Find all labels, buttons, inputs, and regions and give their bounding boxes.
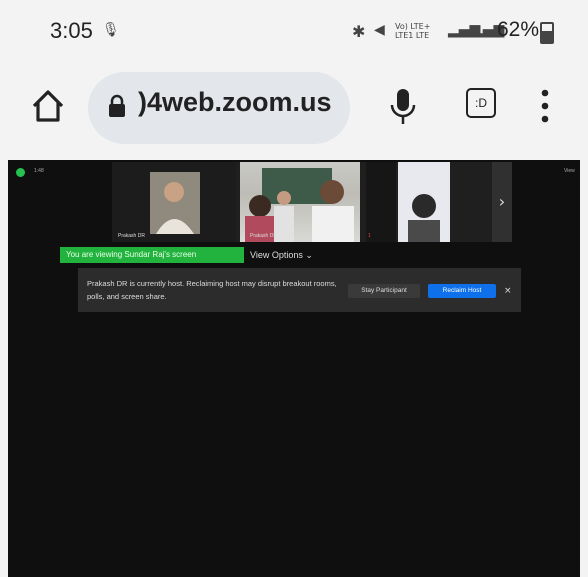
stay-participant-button[interactable]: Stay Participant: [348, 284, 420, 298]
chevron-down-icon: ⌄: [305, 250, 313, 260]
video-tile-1[interactable]: [112, 162, 236, 242]
view-options-label: View Options: [250, 250, 303, 260]
video-tile-2[interactable]: [240, 162, 360, 242]
next-videos-button[interactable]: ›: [492, 162, 512, 242]
mute-icon: ◀: [374, 22, 385, 38]
reclaim-host-button[interactable]: Reclaim Host: [428, 284, 496, 298]
participant-name-1: Prakash DR: [118, 233, 145, 239]
participant-count: 1: [368, 233, 371, 239]
security-shield-icon: [16, 168, 25, 177]
view-tag[interactable]: View: [564, 168, 575, 174]
meeting-timer: 1:48: [34, 168, 44, 174]
battery-percent: 62%: [497, 18, 540, 41]
close-icon[interactable]: ×: [504, 284, 512, 298]
view-options-button[interactable]: View Options ⌄: [250, 247, 313, 263]
more-menu-icon[interactable]: [538, 88, 552, 124]
desktop-mode-button[interactable]: :D: [466, 88, 496, 118]
viewing-screen-banner: You are viewing Sundar Raj's screen: [60, 247, 244, 263]
microphone-icon[interactable]: [390, 88, 416, 126]
home-icon[interactable]: [30, 86, 66, 126]
url-text[interactable]: )4web.zoom.us: [138, 87, 332, 118]
network-text: Vo) LTE+ LTE1 LTE: [395, 22, 431, 40]
participant-video-2: [245, 168, 354, 242]
video-tile-4[interactable]: [398, 162, 450, 242]
bluetooth-icon: ✱: [352, 22, 366, 41]
participant-video-4: [408, 194, 440, 242]
video-tile-3[interactable]: [366, 162, 396, 242]
battery-icon: [540, 22, 554, 44]
notice-text: Prakash DR is currently host. Reclaiming…: [87, 279, 337, 301]
participant-name-2: Prakash DR: [250, 233, 277, 239]
status-time: 3:05: [50, 18, 93, 43]
mic-status-icon: 🎙: [102, 22, 120, 38]
participant-video-1: [150, 172, 200, 234]
lock-icon[interactable]: [108, 94, 126, 118]
